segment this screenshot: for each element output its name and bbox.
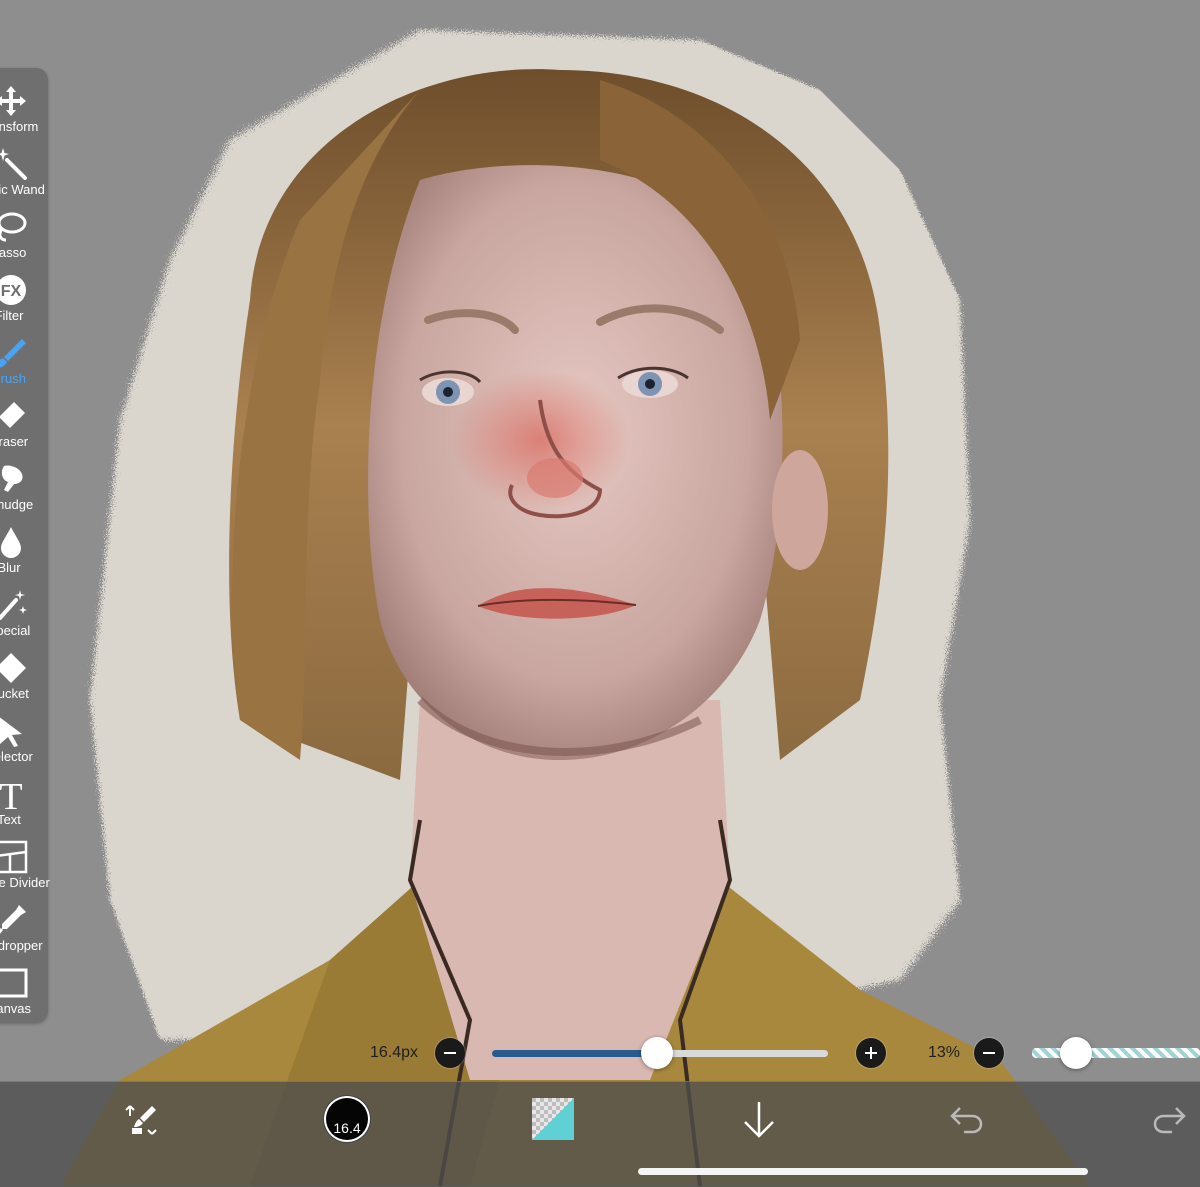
tool-transform[interactable]: Transform: [0, 82, 48, 144]
eraser-icon: [0, 402, 25, 428]
brush-icon: [0, 339, 26, 368]
layer-thumbnail-icon[interactable]: [532, 1098, 574, 1140]
water-drop-icon: [1, 527, 21, 558]
tool-eraser[interactable]: Eraser: [0, 397, 48, 459]
brush-size-increase-button[interactable]: [856, 1038, 886, 1068]
opacity-decrease-button[interactable]: [974, 1038, 1004, 1068]
smudge-finger-icon: [1, 465, 23, 492]
magic-wand-icon: [0, 148, 27, 180]
sparkle-wand-icon: [0, 590, 27, 620]
tool-brush[interactable]: Brush: [0, 334, 48, 396]
svg-text:FX: FX: [1, 283, 22, 300]
opacity-value: 13%: [928, 1044, 961, 1061]
lasso-icon: [0, 212, 27, 242]
color-swatch-size-label: 16.4: [333, 1120, 361, 1136]
svg-text:T: T: [0, 777, 23, 811]
frame-divider-icon: [0, 840, 28, 874]
plus-icon: [865, 1047, 877, 1059]
tool-canvas[interactable]: Canvas: [0, 964, 48, 1026]
move-arrows-icon: [0, 86, 26, 116]
redo-icon[interactable]: [1152, 1104, 1188, 1134]
opacity-slider-thumb[interactable]: [1059, 1037, 1092, 1069]
tool-selector[interactable]: Selector: [0, 712, 48, 774]
drawing-canvas[interactable]: [0, 0, 1200, 1186]
eyedropper-icon: [0, 905, 26, 934]
minus-icon: [444, 1052, 456, 1054]
brush-size-fill: [492, 1050, 657, 1057]
home-indicator: [638, 1168, 1088, 1175]
brush-eraser-swap-icon[interactable]: [122, 1100, 162, 1140]
brush-size-slider-thumb[interactable]: [640, 1037, 673, 1069]
tool-frame-divider[interactable]: Frame Divider: [0, 838, 50, 900]
tool-magic-wand[interactable]: Magic Wand: [0, 145, 48, 207]
tool-lasso[interactable]: Lasso: [0, 208, 48, 270]
brush-size-value: 16.4px: [370, 1044, 419, 1061]
opacity-track[interactable]: [1032, 1048, 1200, 1058]
tool-eyedropper[interactable]: Eyedropper: [0, 901, 48, 963]
bucket-diamond-icon: [0, 653, 26, 683]
undo-icon[interactable]: [948, 1104, 984, 1134]
brush-sliders: 16.4px 13%: [0, 1032, 1200, 1076]
tool-panel: Transform Magic Wand Lasso FX Filter Bru…: [0, 68, 50, 1026]
tool-blur[interactable]: Blur: [0, 523, 48, 585]
tool-bucket[interactable]: Bucket: [0, 649, 48, 711]
tool-smudge[interactable]: Smudge: [0, 460, 48, 522]
tool-text[interactable]: T Text: [0, 775, 48, 837]
fx-icon: FX: [0, 275, 26, 305]
tool-filter[interactable]: FX Filter: [0, 271, 48, 333]
minus-icon: [983, 1052, 995, 1054]
arrow-pointer-icon: [0, 717, 22, 747]
text-t-icon: T: [0, 777, 23, 811]
brush-size-decrease-button[interactable]: [435, 1038, 465, 1068]
portrait-artwork: [0, 0, 1200, 1186]
canvas-rect-icon: [0, 968, 28, 998]
color-swatch-button[interactable]: 16.4: [324, 1096, 370, 1142]
tool-special[interactable]: Special: [0, 586, 48, 648]
save-down-arrow-icon[interactable]: [742, 1100, 776, 1140]
